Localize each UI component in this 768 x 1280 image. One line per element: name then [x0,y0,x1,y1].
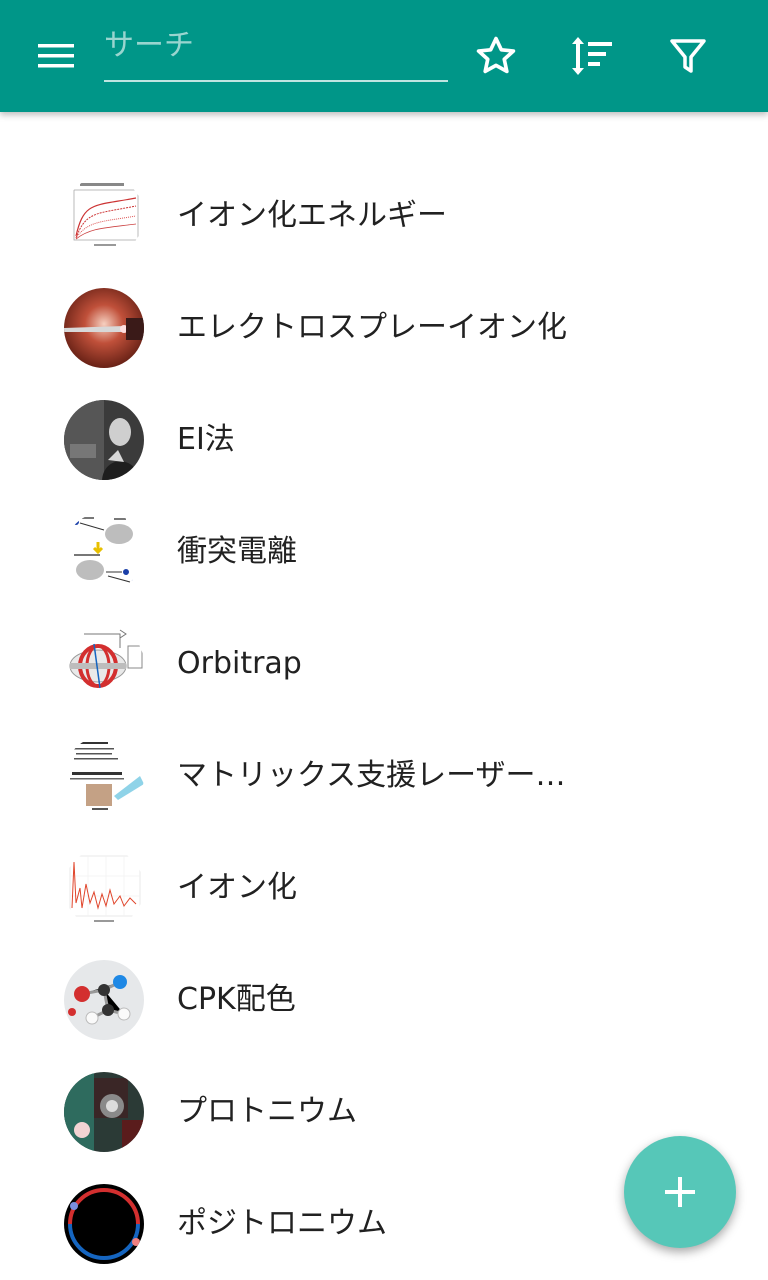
list-item[interactable]: EI法 [0,384,768,496]
filter-icon [670,39,706,73]
menu-button[interactable] [24,24,88,88]
item-thumbnail [64,848,144,928]
item-title: プロトニウム [177,1094,357,1129]
item-thumbnail [64,176,144,256]
list-item[interactable]: 衝突電離 [0,496,768,608]
item-title: ポジトロニウム [177,1206,387,1241]
list-item[interactable]: Orbitrap [0,608,768,720]
item-thumbnail [64,1184,144,1264]
list-item[interactable]: CPK配色 [0,944,768,1056]
list-item[interactable]: イオン化 [0,832,768,944]
item-title: エレクトロスプレーイオン化 [177,310,567,345]
search-field[interactable] [104,22,448,82]
item-thumbnail [64,736,144,816]
item-thumbnail [64,512,144,592]
sort-button[interactable] [560,24,624,88]
filter-button[interactable] [656,24,720,88]
item-thumbnail [64,288,144,368]
item-thumbnail [64,960,144,1040]
sort-icon [572,37,612,75]
star-outline-icon [476,36,516,74]
article-list: イオン化エネルギー エレクトロスプレーイオン化 EI法 衝突電離 Orbitra… [0,160,768,1280]
app-screen: イオン化エネルギー [0,0,768,1280]
favorites-button[interactable] [464,24,528,88]
item-thumbnail [64,1072,144,1152]
list-item[interactable]: マトリックス支援レーザー… [0,720,768,832]
item-title: CPK配色 [177,982,296,1017]
list-item[interactable]: エレクトロスプレーイオン化 [0,272,768,384]
add-button[interactable] [624,1136,736,1248]
item-title: マトリックス支援レーザー… [177,758,566,793]
item-title: Orbitrap [177,646,302,681]
item-title: EI法 [177,422,235,457]
plus-icon [665,1177,695,1207]
menu-icon [38,44,74,68]
item-title: イオン化 [177,870,297,905]
item-title: イオン化エネルギー [177,198,447,233]
item-thumbnail [64,624,144,704]
app-toolbar [0,0,768,112]
list-item[interactable]: イオン化エネルギー [0,160,768,272]
item-title: 衝突電離 [177,534,297,569]
search-input[interactable] [104,22,448,80]
item-thumbnail [64,400,144,480]
